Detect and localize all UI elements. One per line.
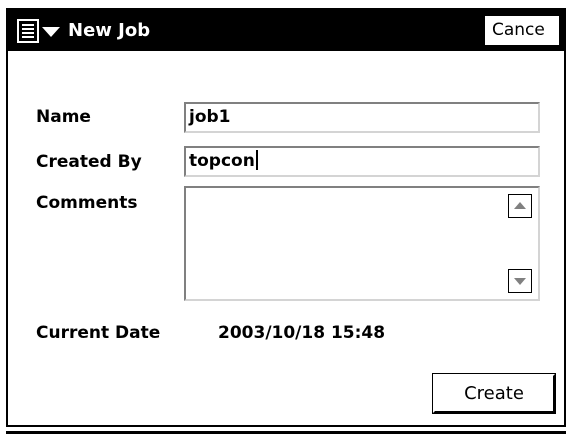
document-menu-button[interactable] [16,19,64,43]
arrow-up-icon [514,202,526,209]
cancel-button[interactable]: Cance [484,15,560,46]
current-date-label: Current Date [36,323,161,343]
create-button[interactable]: Create [432,373,556,414]
title-bar: New Job Cance [8,10,564,51]
created-by-value: topcon [189,151,255,171]
name-value: job1 [189,107,231,127]
document-menu-icon [17,19,39,43]
name-label: Name [36,107,91,127]
text-cursor [255,150,258,170]
created-by-field[interactable]: topcon [184,146,540,177]
new-job-dialog: New Job Cance Name job1 Created By topco… [6,8,566,427]
comments-label: Comments [36,193,138,213]
window-title: New Job [68,20,151,41]
comments-field[interactable] [184,186,540,301]
name-field[interactable]: job1 [184,102,540,133]
created-by-label: Created By [36,152,142,172]
bottom-divider [6,431,566,434]
current-date-value: 2003/10/18 15:48 [218,323,386,343]
dropdown-arrow-icon [42,27,60,37]
scroll-up-button[interactable] [508,194,532,218]
scroll-down-button[interactable] [508,269,532,293]
arrow-down-icon [514,278,526,285]
